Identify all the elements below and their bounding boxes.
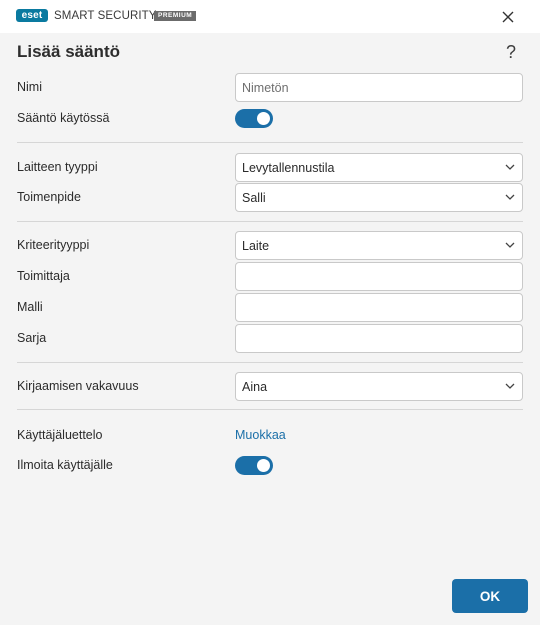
- divider: [17, 142, 523, 143]
- close-button[interactable]: [495, 4, 521, 30]
- notify-user-label: Ilmoita käyttäjälle: [17, 458, 113, 472]
- chevron-down-icon: [505, 242, 515, 248]
- log-severity-label: Kirjaamisen vakavuus: [17, 379, 139, 393]
- criteria-type-value: Laite: [242, 239, 270, 253]
- vendor-input[interactable]: [235, 262, 523, 291]
- serial-label: Sarja: [17, 331, 47, 345]
- divider: [17, 362, 523, 363]
- title-bar: eset SMART SECURITY PREMIUM: [0, 0, 540, 33]
- vendor-label: Toimittaja: [17, 269, 70, 283]
- divider: [17, 221, 523, 222]
- model-input[interactable]: [235, 293, 523, 322]
- help-button[interactable]: ?: [503, 41, 519, 63]
- edit-user-list-link[interactable]: Muokkaa: [235, 428, 286, 443]
- divider: [17, 409, 523, 410]
- device-type-select[interactable]: Levytallennustila: [235, 153, 523, 182]
- device-type-value: Levytallennustila: [242, 161, 335, 175]
- user-list-label: Käyttäjäluettelo: [17, 428, 103, 442]
- model-label: Malli: [17, 300, 43, 314]
- name-input[interactable]: [235, 73, 523, 102]
- rule-enabled-toggle[interactable]: [235, 109, 273, 128]
- rule-enabled-label: Sääntö käytössä: [17, 111, 110, 125]
- edition-badge: PREMIUM: [154, 11, 197, 21]
- chevron-down-icon: [505, 194, 515, 200]
- device-type-label: Laitteen tyyppi: [17, 160, 98, 174]
- toggle-knob: [257, 112, 270, 125]
- chevron-down-icon: [505, 383, 515, 389]
- log-severity-select[interactable]: Aina: [235, 372, 523, 401]
- serial-input[interactable]: [235, 324, 523, 353]
- criteria-type-select[interactable]: Laite: [235, 231, 523, 260]
- close-icon: [502, 11, 514, 23]
- action-select[interactable]: Salli: [235, 183, 523, 212]
- notify-user-toggle[interactable]: [235, 456, 273, 475]
- product-name: SMART SECURITY: [54, 10, 157, 22]
- chevron-down-icon: [505, 164, 515, 170]
- log-severity-value: Aina: [242, 380, 268, 394]
- name-label: Nimi: [17, 80, 42, 94]
- action-value: Salli: [242, 191, 266, 205]
- toggle-knob: [257, 459, 270, 472]
- dialog-title: Lisää sääntö: [17, 42, 120, 61]
- action-label: Toimenpide: [17, 190, 81, 204]
- eset-logo: eset: [16, 9, 48, 22]
- criteria-type-label: Kriteerityyppi: [17, 238, 90, 252]
- ok-button[interactable]: OK: [452, 579, 528, 613]
